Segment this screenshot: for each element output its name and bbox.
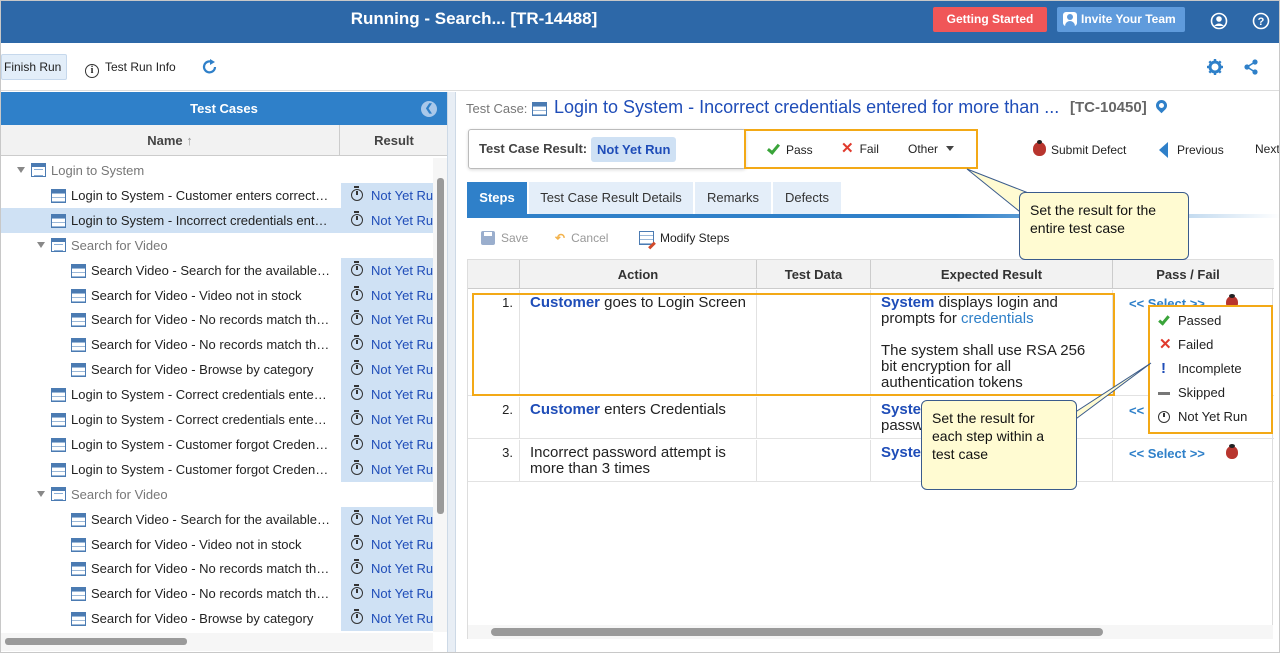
app-window: Running - Search... [TR-14488] Getting S… xyxy=(0,0,1280,653)
callout-pointers xyxy=(966,168,1152,428)
callout-step-result: Set the result for each step within a te… xyxy=(921,400,1077,490)
callout-test-case-result: Set the result for the entire test case xyxy=(1019,192,1189,260)
